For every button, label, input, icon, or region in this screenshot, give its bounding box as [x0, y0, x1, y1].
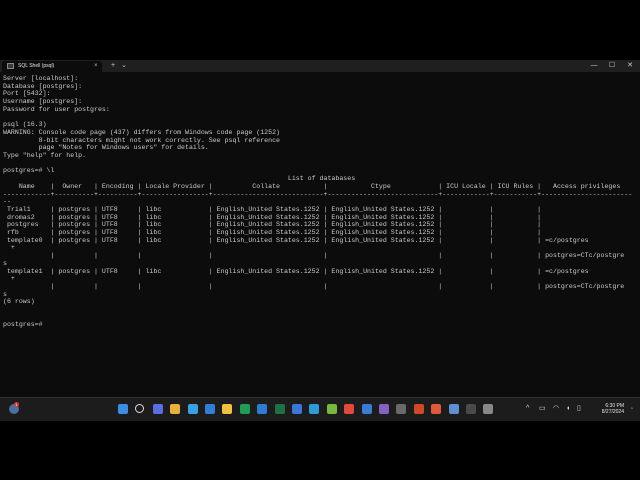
terminal-line: postgres=# [3, 321, 43, 329]
taskbar-edge-alt-icon[interactable] [187, 404, 198, 414]
taskbar-widgets-icon[interactable] [152, 404, 163, 414]
terminal-line: template1 | postgres | UTF8 | libc | Eng… [3, 267, 589, 275]
taskbar-chrome-icon[interactable] [309, 404, 320, 414]
taskbar-app-icon[interactable] [431, 404, 442, 414]
tab-title: SQL Shell (psql) [18, 63, 55, 69]
taskbar-store-icon[interactable] [396, 404, 407, 414]
taskbar-start-icon[interactable] [118, 404, 128, 414]
new-tab-button[interactable]: + [109, 60, 117, 72]
weather-badge: 1 [14, 402, 19, 407]
taskbar-photos-icon[interactable] [361, 404, 372, 414]
clock-date: 8/27/2024 [601, 409, 624, 415]
taskbar-terminal-app-icon[interactable] [292, 404, 302, 414]
terminal-line: (6 rows) [3, 298, 35, 306]
taskbar-vscode-icon[interactable] [326, 404, 337, 414]
tab-sql-shell[interactable]: SQL Shell (psql) × [2, 61, 102, 72]
terminal-icon [7, 63, 14, 69]
clock[interactable]: 6:30 PM 8/27/2024 [602, 403, 624, 415]
title-bar: SQL Shell (psql) × + ⌄ — ☐ ✕ [0, 60, 640, 72]
terminal-line: template0 | postgres | UTF8 | libc | Eng… [3, 236, 589, 244]
taskbar-explorer-icon[interactable] [222, 404, 233, 414]
taskbar-powerpoint-icon[interactable] [413, 404, 424, 414]
tab-close-icon[interactable]: × [94, 61, 98, 72]
speaker-icon[interactable]: ◖ [566, 403, 570, 415]
battery-icon[interactable]: ▯ [577, 403, 581, 415]
taskbar-teams-icon[interactable] [379, 404, 389, 414]
wifi-icon[interactable]: ◠ [553, 403, 559, 415]
terminal-line: Type "help" for help. [3, 152, 87, 159]
taskbar-mail-icon[interactable] [205, 404, 215, 414]
taskbar-vs-icon[interactable] [344, 404, 355, 414]
terminal-line: ------------+----------+----------+-----… [3, 190, 633, 198]
notification-icon[interactable]: ◔ [630, 403, 633, 415]
taskbar-settings-icon[interactable] [448, 404, 459, 414]
taskbar-excel-icon[interactable] [257, 404, 268, 414]
minimize-button[interactable]: — [588, 60, 600, 72]
taskbar-outlook-icon[interactable] [274, 404, 285, 414]
chevron-up-icon[interactable]: ^ [526, 403, 529, 415]
terminal-line: Password for user postgres: [3, 105, 110, 113]
taskbar-app2-icon[interactable] [466, 404, 476, 414]
display-icon[interactable]: ▭ [539, 403, 546, 415]
close-button[interactable]: ✕ [624, 60, 636, 72]
terminal-window: SQL Shell (psql) × + ⌄ — ☐ ✕ Server [loc… [0, 60, 640, 420]
taskbar-copilot-icon[interactable] [170, 404, 181, 414]
terminal-line: | | | | | | | | postgres=CTc/postgre [3, 282, 625, 290]
terminal-line: | | | | | | | | postgres=CTc/postgre [3, 252, 625, 260]
terminal-output[interactable]: Server [localhost]: Database [postgres]: P… [3, 75, 637, 365]
taskbar-app3-icon[interactable] [483, 404, 494, 414]
taskbar: 1 ^ ▭ ◠ ◖ ▯ 6:30 PM 8/27/2024 ◔ [0, 397, 640, 421]
taskbar-edge-icon[interactable] [239, 404, 250, 414]
taskbar-search-icon[interactable] [135, 404, 145, 413]
maximize-button[interactable]: ☐ [606, 60, 618, 72]
tab-dropdown-icon[interactable]: ⌄ [120, 60, 128, 72]
